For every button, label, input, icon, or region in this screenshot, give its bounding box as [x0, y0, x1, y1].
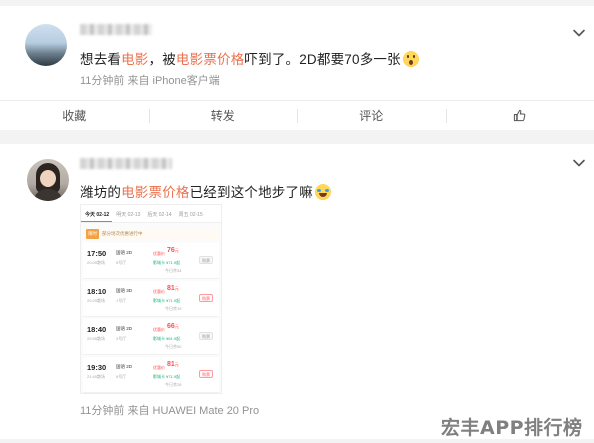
price-value: 66	[167, 323, 175, 330]
card-price: 影城卡 ¥71.9起	[153, 298, 181, 303]
seats-left: 今日余28	[165, 382, 182, 387]
ticket-price: 81元	[167, 361, 179, 368]
weibo-feed: 想去看电影，被电影票价格吓到了。2D都要70多一张 11分钟前 来自 iPhon…	[0, 0, 594, 443]
chevron-down-icon[interactable]	[572, 26, 586, 40]
username-blurred[interactable]	[80, 24, 152, 35]
card-price: 影城卡 ¥71.9起	[153, 374, 181, 379]
card-price: 影城卡 ¥71.9起	[153, 260, 181, 265]
showtime-row: 18:40 20:55散场 国语 2D 3号厅 优惠价 66元影城卡 ¥61.9起今日余5…	[83, 319, 219, 355]
buy-ticket-button[interactable]: 购票	[199, 370, 213, 378]
promo-banner: 限时 部分场次优惠进行中	[83, 229, 219, 239]
crying-emoji-icon	[314, 184, 331, 200]
chevron-down-icon[interactable]	[572, 156, 586, 170]
post-meta: 11分钟前 来自 iPhone客户端	[80, 75, 220, 87]
price-label: 优惠价	[153, 289, 165, 294]
post-meta: 11分钟前 来自 HUAWEI Mate 20 Pro	[80, 405, 260, 417]
text-segment: ，被	[148, 52, 176, 67]
watermark: 宏丰APP排行榜	[441, 417, 583, 439]
show-hall: 3号厅	[116, 336, 127, 341]
show-time: 18:40	[87, 325, 107, 334]
price-value: 81	[167, 285, 175, 292]
ticket-price: 76元	[167, 247, 179, 254]
price-label: 优惠价	[153, 365, 165, 370]
topic-link[interactable]: 电影票价格	[176, 52, 245, 67]
comment-label: 评论	[359, 109, 384, 123]
price-unit: 元	[174, 324, 179, 329]
post-card-1: 想去看电影，被电影票价格吓到了。2D都要70多一张 11分钟前 来自 iPhon…	[0, 6, 594, 130]
avatar-face	[40, 170, 56, 187]
favorite-button[interactable]: 收藏	[0, 101, 149, 130]
price-value: 81	[167, 361, 175, 368]
post-card-2: 潍坊的电影票价格已经到这个地步了嘛 今天 02-12 明天 02-13 后天 0…	[0, 144, 594, 439]
show-hall: 1号厅	[116, 298, 127, 303]
seats-left: 今日余34	[165, 268, 182, 273]
ticket-price: 81元	[167, 285, 179, 292]
showtime-row: 17:50 20:05散场 国语 2D 5号厅 优惠价 76元影城卡 ¥71.9起今日余3…	[83, 243, 219, 279]
show-format: 国语 2D	[116, 364, 133, 369]
text-segment: 吓到了。2D都要70多一张	[244, 52, 401, 67]
date-tabs: 今天 02-12 明天 02-13 后天 02-14 周五 02-15	[81, 205, 221, 223]
price-unit: 元	[174, 248, 179, 253]
avatar[interactable]	[25, 24, 67, 66]
date-tab: 今天 02-12	[81, 205, 113, 222]
embedded-ticket-screenshot[interactable]: 今天 02-12 明天 02-13 后天 02-14 周五 02-15 限时 部分…	[80, 204, 222, 394]
show-time: 18:10	[87, 287, 107, 296]
price-value: 76	[167, 247, 175, 254]
thumbs-up-icon	[514, 109, 526, 122]
show-format: 国语 2D	[116, 250, 133, 255]
like-button[interactable]	[445, 101, 594, 130]
show-hall: 5号厅	[116, 260, 127, 265]
post-text: 潍坊的电影票价格已经到这个地步了嘛	[80, 181, 331, 201]
price-label: 优惠价	[153, 327, 165, 332]
text-segment: 已经到这个地步了嘛	[189, 185, 313, 200]
show-end-time: 20:25散场	[87, 298, 106, 303]
date-tab: 后天 02-14	[147, 212, 172, 218]
topic-link[interactable]: 电影票价格	[121, 185, 190, 200]
show-end-time: 20:05散场	[87, 260, 106, 265]
showtime-row: 19:30 21:45散场 国语 2D 6号厅 优惠价 81元影城卡 ¥71.9起今日余2…	[83, 357, 219, 393]
date-tab: 明天 02-13	[116, 212, 141, 218]
repost-label: 转发	[210, 109, 235, 123]
show-end-time: 20:55散场	[87, 336, 106, 341]
show-format: 国语 3D	[116, 288, 133, 293]
favorite-label: 收藏	[62, 109, 87, 123]
promo-text: 部分场次优惠进行中	[102, 231, 143, 236]
show-time: 19:30	[87, 363, 107, 372]
topic-link[interactable]: 电影	[121, 52, 148, 67]
comment-button[interactable]: 评论	[297, 101, 446, 130]
avatar[interactable]	[27, 159, 69, 201]
showtime-row: 18:10 20:25散场 国语 3D 1号厅 优惠价 81元影城卡 ¥71.9起今日余1…	[83, 281, 219, 317]
buy-ticket-button[interactable]: 购票	[199, 332, 213, 340]
seats-left: 今日余50	[165, 344, 182, 349]
seats-left: 今日余19	[165, 306, 182, 311]
text-segment: 潍坊的	[80, 185, 122, 200]
text-segment: 想去看	[80, 52, 122, 67]
date-tab: 周五 02-15	[178, 212, 203, 218]
show-end-time: 21:45散场	[87, 374, 106, 379]
price-label: 优惠价	[153, 251, 165, 256]
price-unit: 元	[174, 286, 179, 291]
price-unit: 元	[174, 362, 179, 367]
username-blurred[interactable]	[80, 158, 172, 169]
show-time: 17:50	[87, 249, 107, 258]
repost-button[interactable]: 转发	[148, 101, 298, 130]
buy-ticket-button[interactable]: 购票	[199, 256, 213, 264]
action-bar: 收藏 转发 评论	[0, 100, 594, 130]
ticket-price: 66元	[167, 323, 179, 330]
show-hall: 6号厅	[116, 374, 127, 379]
post-text: 想去看电影，被电影票价格吓到了。2D都要70多一张	[80, 48, 419, 68]
show-format: 国语 2D	[116, 326, 133, 331]
buy-ticket-button[interactable]: 购票	[199, 294, 213, 302]
shocked-emoji-icon	[402, 51, 419, 67]
promo-tag: 限时	[86, 229, 99, 239]
card-price: 影城卡 ¥61.9起	[153, 336, 181, 341]
